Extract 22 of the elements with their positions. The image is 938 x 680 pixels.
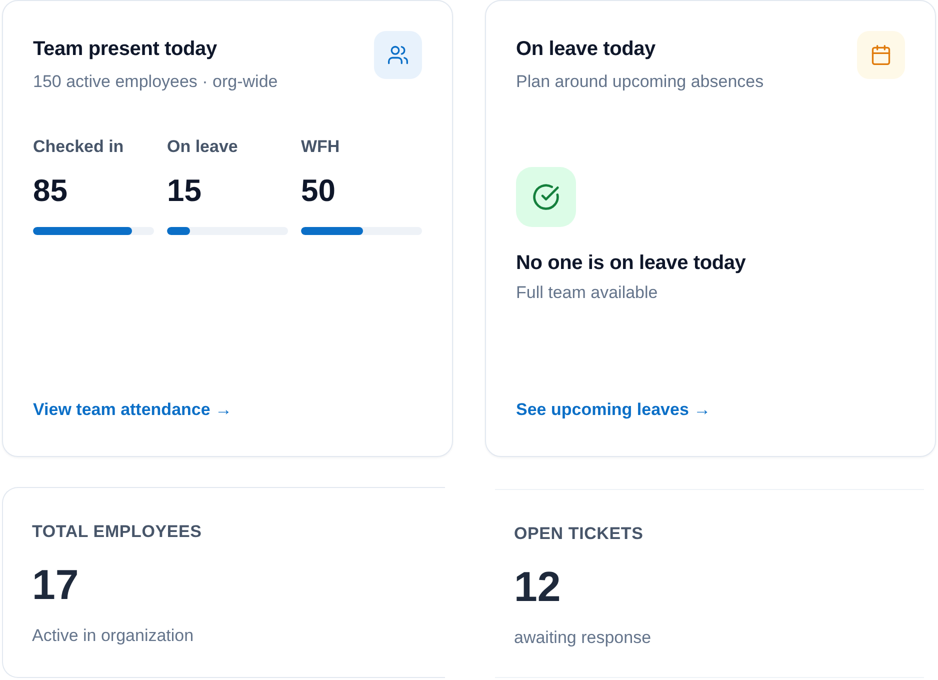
people-icon	[374, 31, 422, 79]
card-title: Team present today	[33, 37, 218, 62]
card-subtitle: 150 active employees · org-wide	[33, 71, 278, 93]
card-link[interactable]: View team attendance →	[33, 398, 232, 422]
metric-value: 17	[32, 561, 80, 609]
calendar-icon	[857, 31, 905, 79]
metric-label: OPEN TICKETS	[514, 523, 644, 545]
stat-value: 85	[33, 173, 68, 209]
card-link[interactable]: See upcoming leaves →	[516, 398, 711, 422]
stat-value: 50	[301, 173, 336, 209]
stat-label: Checked in	[33, 136, 125, 158]
empty-state-title: No one is on leave today	[516, 251, 747, 276]
stat-value: 15	[167, 173, 202, 209]
stat-label: WFH	[301, 136, 341, 158]
metric-caption: awaiting response	[514, 627, 652, 649]
metric-caption: Active in organization	[32, 625, 195, 647]
card-subtitle: Plan around upcoming absences	[516, 71, 764, 93]
card-title: On leave today	[516, 37, 656, 62]
empty-state-subtitle: Full team available	[516, 282, 659, 304]
metric-value: 12	[514, 563, 562, 611]
metric-label: TOTAL EMPLOYEES	[32, 521, 203, 543]
stat-label: On leave	[167, 136, 239, 158]
